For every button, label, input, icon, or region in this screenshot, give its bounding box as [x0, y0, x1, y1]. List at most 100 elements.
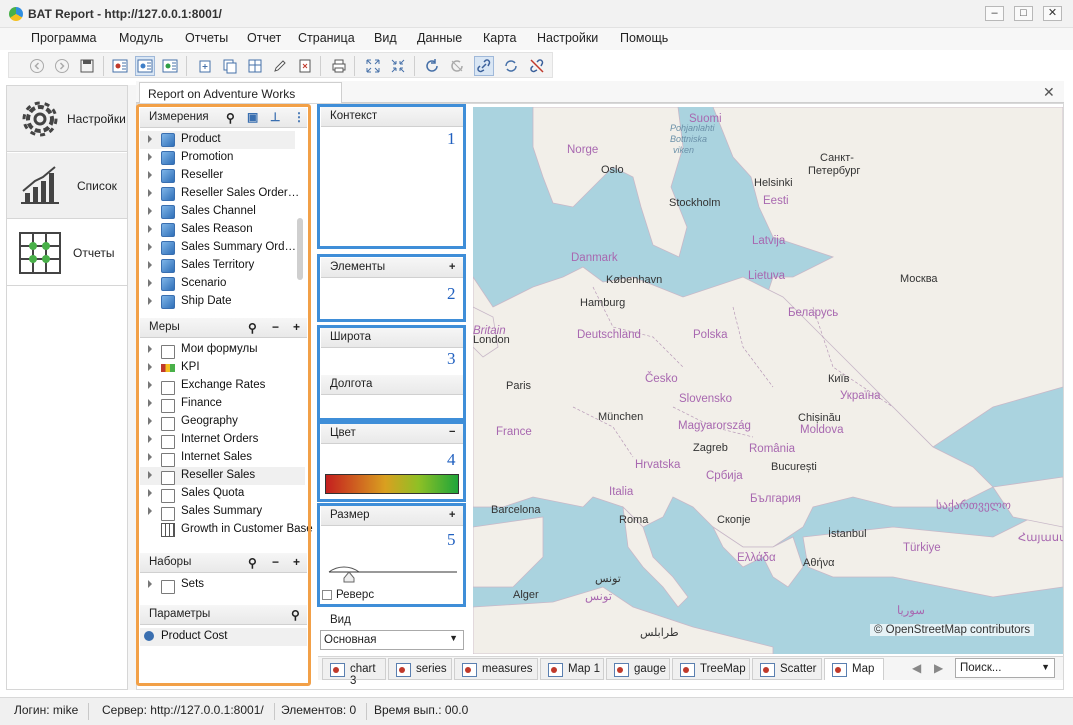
map-label: Magyarország	[678, 420, 751, 432]
map-label: Türkiye	[903, 542, 941, 554]
elements-highlight	[317, 254, 466, 322]
refresh-icon[interactable]	[422, 56, 442, 76]
menu-help[interactable]: Помощь	[620, 31, 668, 45]
status-login: Логин: mike	[14, 703, 90, 720]
map-attribution[interactable]: © OpenStreetMap contributors	[870, 624, 1035, 636]
map-label: Deutschland	[577, 329, 641, 341]
collapse-strip[interactable]	[128, 85, 136, 690]
map-label: Eesti	[763, 195, 789, 207]
map-label: Danmark	[571, 252, 618, 264]
map-label: København	[606, 274, 663, 286]
annotation-4: 4	[447, 450, 456, 469]
map-label: Ελλάδα	[737, 552, 776, 564]
nav-list[interactable]: Список	[7, 153, 127, 219]
page-tab[interactable]: Map	[824, 658, 884, 680]
title-bar: BAT Report - http://127.0.0.1:8001/ – □ …	[0, 0, 1073, 28]
map-label: France	[496, 426, 532, 438]
menu-view[interactable]: Вид	[374, 31, 397, 45]
unlink-icon[interactable]	[527, 56, 547, 76]
map-label: Україна	[840, 390, 881, 402]
menu-program[interactable]: Программа	[31, 31, 97, 45]
menu-map[interactable]: Карта	[483, 31, 516, 45]
nav-settings-label: Настройки	[67, 112, 126, 126]
minimize-button[interactable]: –	[985, 6, 1004, 21]
menu-page[interactable]: Страница	[298, 31, 355, 45]
map-label: Pohjanlahti	[670, 123, 715, 133]
report-data-icon[interactable]	[160, 56, 180, 76]
map-label: viken	[673, 145, 695, 155]
map-label: България	[750, 493, 801, 505]
print-icon[interactable]	[329, 56, 349, 76]
gear-icon	[22, 101, 58, 137]
page-tab[interactable]: gauge	[606, 658, 670, 680]
report-design-icon[interactable]	[135, 56, 155, 76]
map-label: Bottniska	[670, 134, 708, 144]
back-icon[interactable]	[27, 56, 47, 76]
edit-icon[interactable]	[270, 56, 290, 76]
tabs-next-icon[interactable]: ▶	[934, 661, 943, 675]
nav-settings[interactable]: Настройки	[7, 86, 127, 152]
map-label: Helsinki	[754, 177, 793, 189]
map-label: Britain	[473, 325, 506, 337]
forward-icon[interactable]	[52, 56, 72, 76]
menu-reports[interactable]: Отчеты	[185, 31, 228, 45]
link-icon[interactable]	[474, 56, 494, 76]
view-select[interactable]: Основная ▼	[320, 630, 464, 650]
app-logo-icon	[9, 7, 23, 21]
status-server: Сервер: http://127.0.0.1:8001/	[102, 703, 275, 720]
page-tab[interactable]: TreeMap	[672, 658, 750, 680]
reports-grid-icon	[19, 232, 61, 274]
page-tab[interactable]: Scatter	[752, 658, 822, 680]
page-tab[interactable]: series	[388, 658, 452, 680]
map-label: İstanbul	[828, 528, 867, 540]
page-tab[interactable]: measures	[454, 658, 538, 680]
toolbar	[8, 52, 553, 78]
map-label: Zagreb	[693, 442, 728, 454]
report-view-icon[interactable]	[110, 56, 130, 76]
report-close-icon[interactable]: ✕	[1043, 84, 1055, 101]
layout-icon[interactable]	[245, 56, 265, 76]
menu-report[interactable]: Отчет	[247, 31, 281, 45]
sync-icon[interactable]	[501, 56, 521, 76]
expand-icon[interactable]	[363, 56, 383, 76]
map-label: Slovensko	[679, 393, 733, 405]
map-label: Санкт-	[820, 152, 854, 164]
menu-data[interactable]: Данные	[417, 31, 462, 45]
map-label: Lietuva	[748, 270, 786, 282]
coords-highlight	[317, 325, 466, 421]
menu-bar: Программа Модуль Отчеты Отчет Страница В…	[0, 28, 1073, 50]
status-bar: Логин: mike Сервер: http://127.0.0.1:800…	[0, 697, 1073, 725]
menu-module[interactable]: Модуль	[119, 31, 163, 45]
map-label: Alger	[513, 589, 539, 601]
context-highlight	[317, 104, 466, 249]
maximize-button[interactable]: □	[1014, 6, 1033, 21]
annotation-1: 1	[447, 129, 456, 148]
map-label: Петербург	[808, 165, 861, 177]
status-elements: Элементов: 0	[281, 703, 368, 720]
report-tab[interactable]: Report on Adventure Works (версия 2)	[139, 82, 342, 115]
search-dropdown[interactable]: Поиск... ▼	[955, 658, 1055, 678]
annotation-2: 2	[447, 284, 456, 303]
annotation-3: 3	[447, 349, 456, 368]
map-label: Polska	[693, 329, 728, 341]
refresh-disabled-icon[interactable]	[447, 56, 467, 76]
map-label: تونس	[595, 573, 621, 585]
nav-reports[interactable]: Отчеты	[7, 220, 127, 286]
map-label: București	[771, 461, 817, 473]
tabs-prev-icon[interactable]: ◀	[912, 661, 921, 675]
map-label: Italia	[609, 486, 634, 498]
collapse-icon[interactable]	[388, 56, 408, 76]
save-icon[interactable]	[77, 56, 97, 76]
page-tab[interactable]: Map 1	[540, 658, 604, 680]
copy-page-icon[interactable]	[220, 56, 240, 76]
menu-settings[interactable]: Настройки	[537, 31, 598, 45]
delete-page-icon[interactable]	[295, 56, 315, 76]
close-button[interactable]: ✕	[1043, 6, 1062, 21]
new-page-icon[interactable]	[195, 56, 215, 76]
map-view[interactable]: Suomi Norge Oslo Helsinki Санкт- Петербу…	[473, 107, 1063, 654]
status-time: Время вып.: 00.0	[374, 703, 469, 717]
map-label: سوريا	[897, 605, 925, 617]
page-tab[interactable]: chart 3	[322, 658, 386, 687]
map-label: Беларусь	[788, 307, 839, 319]
map-label: Stockholm	[669, 197, 721, 209]
